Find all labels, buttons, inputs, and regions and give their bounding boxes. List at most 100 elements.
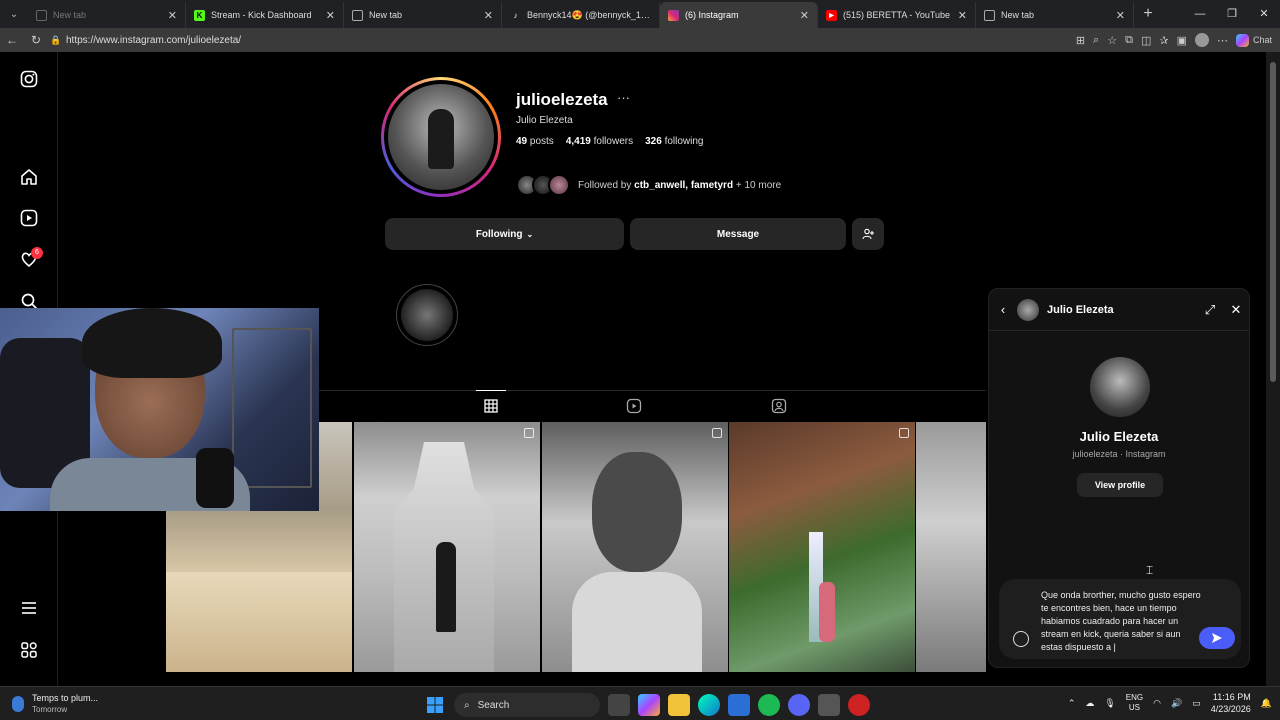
carousel-icon	[524, 428, 534, 438]
page-scrollbar[interactable]	[1266, 52, 1280, 686]
onedrive-icon[interactable]: ☁	[1085, 698, 1094, 709]
zoom-icon[interactable]: ⌕	[1093, 34, 1099, 47]
minimize-icon[interactable]: —	[1184, 0, 1216, 28]
close-window-icon[interactable]: ✕	[1248, 0, 1280, 28]
edge-icon[interactable]	[698, 694, 720, 716]
chevron-up-icon[interactable]: ⌃	[1068, 698, 1076, 709]
favorite-star-icon[interactable]: ☆	[1107, 34, 1117, 47]
followed-by-text: Followed by ctb_anwell, fametyrd + 10 mo…	[578, 179, 782, 191]
browser-tab-7[interactable]: New tab ✕	[976, 2, 1134, 28]
close-tab-icon[interactable]: ✕	[800, 9, 809, 22]
close-icon[interactable]: ✕	[1223, 302, 1249, 318]
chat-profile-subtitle: julioelezeta · Instagram	[1072, 449, 1166, 459]
browser-tab-6[interactable]: ▶ (515) BERETTA - YouTube ✕	[818, 2, 976, 28]
post-thumbnail[interactable]	[916, 422, 986, 672]
apps-icon[interactable]: ⊞	[1076, 34, 1085, 47]
send-button[interactable]	[1199, 627, 1235, 649]
notification-bell-icon[interactable]: 🔔	[1261, 698, 1272, 709]
task-view-icon[interactable]	[608, 694, 630, 716]
story-highlight[interactable]	[396, 284, 458, 346]
emoji-icon[interactable]	[1013, 631, 1029, 647]
windows-start-icon[interactable]	[424, 694, 446, 716]
language-indicator[interactable]: ENG US	[1126, 693, 1143, 713]
browser-tab-4[interactable]: ♪ Bennyck14😍 (@bennyck_14) | Ti	[502, 2, 660, 28]
browser-tab-3[interactable]: New tab ✕	[344, 2, 502, 28]
microphone-icon[interactable]: 🎙	[1104, 698, 1115, 709]
weather-widget[interactable]: Temps to plum... Tomorrow	[12, 693, 98, 715]
spotify-icon[interactable]	[758, 694, 780, 716]
tab-title: New tab	[369, 10, 403, 20]
chrome-icon[interactable]	[848, 694, 870, 716]
post-thumbnail[interactable]	[542, 422, 728, 672]
followed-by-row[interactable]: Followed by ctb_anwell, fametyrd + 10 mo…	[516, 174, 781, 196]
url-field[interactable]: 🔒 https://www.instagram.com/julioelezeta…	[50, 31, 1068, 49]
browser-tab-5[interactable]: (6) Instagram ✕	[660, 2, 818, 28]
clock[interactable]: 11:16 PM 4/23/2026	[1211, 691, 1251, 715]
maximize-icon[interactable]: ❐	[1216, 0, 1248, 28]
site-info-icon[interactable]: 🔒	[50, 35, 66, 46]
back-chevron-icon[interactable]: ‹	[989, 302, 1017, 317]
split-screen-icon[interactable]: ◫	[1141, 34, 1151, 47]
instagram-logo-icon[interactable]	[19, 69, 39, 89]
file-explorer-icon[interactable]	[668, 694, 690, 716]
back-arrow-icon[interactable]: ←	[0, 33, 24, 47]
view-profile-button[interactable]: View profile	[1077, 473, 1163, 497]
followers-stat[interactable]: 4,419 followers	[566, 136, 633, 147]
close-tab-icon[interactable]: ✕	[484, 9, 493, 22]
close-tab-icon[interactable]: ✕	[1116, 9, 1125, 22]
extensions-icon[interactable]: ⧉	[1125, 34, 1133, 47]
tagged-tab[interactable]	[770, 397, 788, 415]
message-button[interactable]: Message	[630, 218, 846, 250]
expand-icon[interactable]: ⤢	[1197, 302, 1223, 318]
posts-label: posts	[529, 136, 554, 147]
clock-time: 11:16 PM	[1212, 692, 1251, 702]
favorites-icon[interactable]: ✰	[1159, 34, 1168, 47]
reels-tab[interactable]	[625, 397, 643, 415]
wifi-icon[interactable]: ◠	[1153, 698, 1161, 709]
tab-title: New tab	[53, 10, 87, 20]
collections-icon[interactable]: ▣	[1177, 34, 1187, 47]
app-icon[interactable]	[818, 694, 840, 716]
following-stat[interactable]: 326 following	[645, 136, 703, 147]
close-tab-icon[interactable]: ✕	[168, 9, 177, 22]
battery-icon[interactable]: ▭	[1192, 698, 1201, 709]
clock-date: 4/23/2026	[1210, 704, 1251, 714]
suggested-users-button[interactable]	[852, 218, 884, 250]
newtab-icon	[352, 9, 363, 21]
post-thumbnail[interactable]	[729, 422, 915, 672]
highlight-cover	[401, 289, 453, 341]
copilot-button[interactable]: Chat	[1235, 33, 1272, 47]
browser-tab-2[interactable]: K Stream - Kick Dashboard ✕	[186, 2, 344, 28]
options-dots-icon[interactable]: ···	[617, 90, 630, 105]
profile-avatar[interactable]	[381, 77, 501, 197]
scrollbar-thumb[interactable]	[1270, 62, 1276, 382]
more-menu-icon[interactable]: ⋯	[1217, 34, 1228, 47]
following-button[interactable]: Following ⌄	[385, 218, 624, 250]
volume-icon[interactable]: 🔊	[1171, 698, 1182, 709]
menu-hamburger-icon[interactable]	[19, 598, 39, 618]
also-from-meta-icon[interactable]	[19, 640, 39, 660]
add-person-icon	[862, 228, 874, 240]
close-tab-icon[interactable]: ✕	[958, 9, 967, 22]
close-tab-icon[interactable]: ✕	[326, 9, 335, 22]
discord-icon[interactable]	[788, 694, 810, 716]
instagram-icon	[668, 9, 679, 21]
profile-avatar-icon[interactable]	[1194, 33, 1209, 47]
reels-icon[interactable]	[19, 208, 39, 228]
post-thumbnail[interactable]	[354, 422, 540, 672]
home-icon[interactable]	[19, 167, 39, 187]
store-icon[interactable]	[728, 694, 750, 716]
message-composer[interactable]: Que onda brorther, mucho gusto espero te…	[999, 579, 1241, 659]
address-bar-row: ← ↻ 🔒 https://www.instagram.com/julioele…	[0, 28, 1280, 52]
taskbar-search[interactable]: ⌕ Search	[454, 693, 600, 717]
reload-icon[interactable]: ↻	[24, 33, 48, 47]
followers-label: followers	[593, 136, 634, 147]
tab-actions-menu-icon[interactable]: ⌄	[0, 0, 28, 28]
message-popup: ‹ Julio Elezeta ⤢ ✕ Julio Elezeta julioe…	[988, 288, 1250, 668]
browser-tab-1[interactable]: New tab ✕	[28, 2, 186, 28]
copilot-taskbar-icon[interactable]	[638, 694, 660, 716]
new-tab-plus-icon[interactable]: +	[1134, 5, 1162, 23]
weather-title: Temps to plum...	[32, 693, 99, 703]
posts-grid-tab[interactable]	[476, 390, 506, 415]
message-input[interactable]: Que onda brorther, mucho gusto espero te…	[1041, 589, 1203, 654]
